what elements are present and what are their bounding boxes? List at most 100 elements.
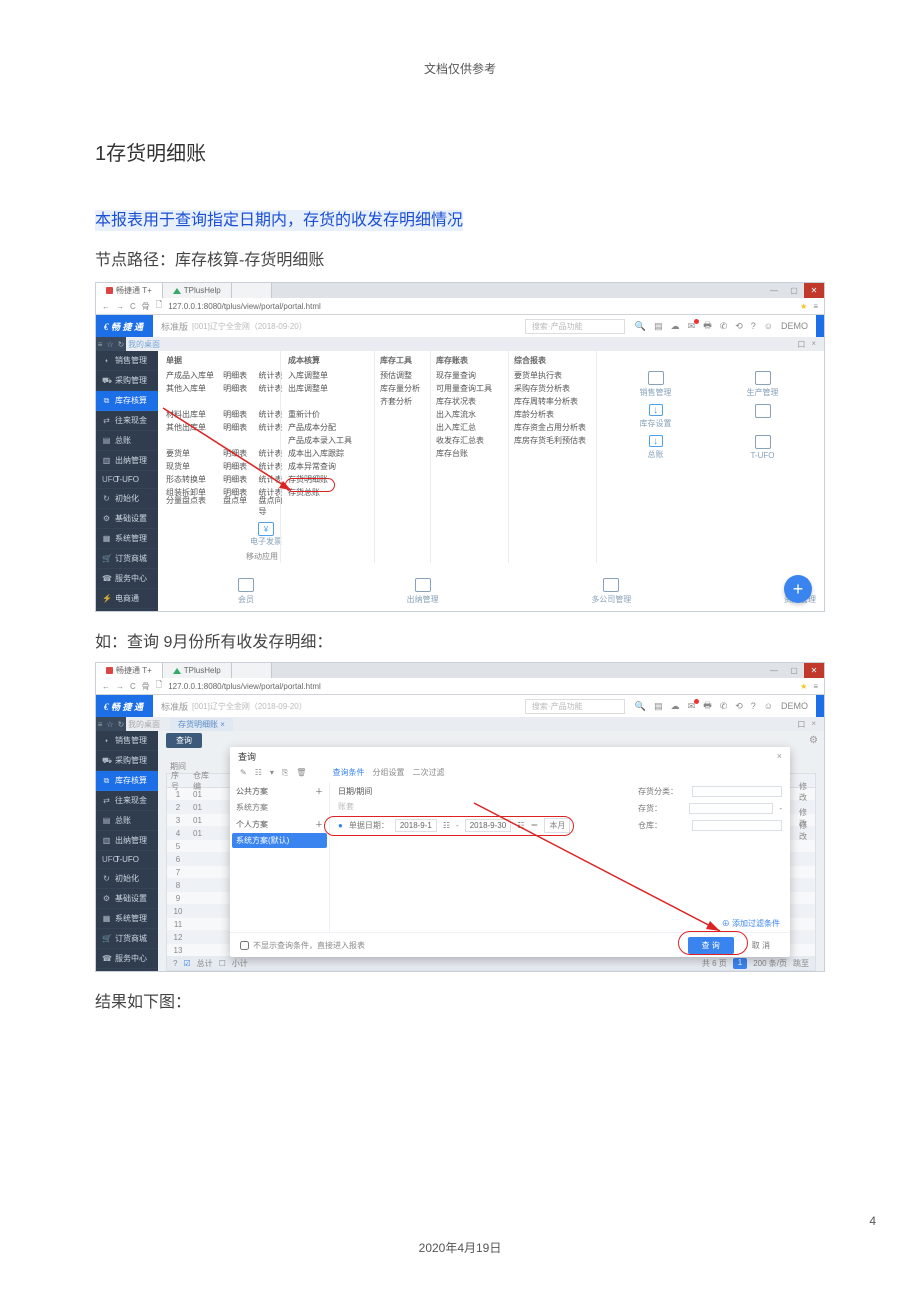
sidenav-item-9[interactable]: ▦系统管理 [96,529,158,549]
cell[interactable]: 库房存货毛利预估表 [514,435,602,446]
browser-menu-icon[interactable]: ≡ [813,302,818,311]
cell[interactable]: 统计表 [259,370,288,381]
note-icon[interactable]: ▤ [654,321,663,332]
sidenav-item-6[interactable]: UFOT-UFO [96,851,158,869]
subtab-min-icon-2[interactable]: 口 [797,719,805,730]
global-search-input[interactable]: 搜索·产品功能 [525,319,625,334]
table-row[interactable]: 15 [167,970,815,972]
sidenav-item-2[interactable]: ⧉库存核算 [96,771,158,791]
cell[interactable]: 库存量分析 [380,383,436,394]
left-plan-item[interactable]: 系统方案(默认) [232,833,327,848]
cell[interactable]: 要货单 [166,448,217,459]
cell[interactable]: 明细表 [223,370,252,381]
cat-input[interactable] [692,786,782,797]
modal-close-icon[interactable]: × [777,751,782,761]
date-to-input[interactable]: 2018-9-30 [465,819,511,832]
wh-input[interactable] [692,820,782,831]
cell[interactable]: 成本出入库跟踪 [288,448,380,459]
win-min-icon-2[interactable]: — [764,663,784,678]
cloud-icon-2[interactable]: ☁ [671,701,680,712]
cell[interactable]: 分量盘点表 [166,495,217,517]
win-close-icon-2[interactable]: ✕ [804,663,824,678]
browser-menu-icon-2[interactable]: ≡ [813,682,818,691]
cell[interactable]: 存货总账 [288,487,380,498]
subtab-detail[interactable]: 存货明细账 × [170,718,233,731]
cell[interactable]: 统计表 [259,383,288,394]
modal-tab-cond[interactable]: 查询条件 [332,767,364,778]
sidenav-item-4[interactable]: ▤总账 [96,811,158,831]
cell[interactable]: 统计表 [259,448,288,459]
cell[interactable]: 明细表 [223,409,252,420]
sidenav-item-4[interactable]: ▤总账 [96,431,158,451]
cell[interactable]: 统计表 [259,461,288,472]
sidenav-item-13[interactable]: ✪协同办公 [96,609,158,612]
date-from-input[interactable]: 2018-9-1 [395,819,437,832]
cell[interactable]: 形态转换单 [166,474,217,485]
modal-icon-save[interactable]: ☷ [255,768,262,777]
add-filter-link[interactable]: ⊕ 添加过滤条件 [722,918,780,929]
cell[interactable]: 库存状况表 [436,396,514,407]
skip-dialog-checkbox[interactable]: 不显示查询条件，直接进入报表 [240,940,365,951]
iconcard-2[interactable]: 库存设置 [602,404,709,429]
cell[interactable]: 库存周转率分析表 [514,396,602,407]
sidenav-item-7[interactable]: ↻初始化 [96,869,158,889]
page-jump[interactable]: 跳至 [793,958,809,969]
cell[interactable]: 存货明细账 [288,474,380,485]
bottom-icon-2[interactable]: 多公司管理 [591,578,631,605]
forward-icon-2[interactable]: → [116,682,124,691]
url-text[interactable]: 127.0.0.1:8080/tplus/view/portal/portal.… [168,302,794,311]
back-icon[interactable]: ← [102,302,110,311]
subtab-close-x[interactable]: × [220,720,225,729]
forward-icon[interactable]: → [116,302,124,311]
print-icon-2[interactable]: 🖶 [703,698,712,714]
sub-check-label[interactable]: 小计 [232,958,248,969]
modal-icon-del[interactable]: 🗑 [296,768,306,777]
subtab-min-icon[interactable]: 口 [797,339,805,350]
cell[interactable]: 出入库流水 [436,409,514,420]
subtab-close-icon-2[interactable]: × [811,719,816,730]
sidenav-item-1[interactable]: ⛟采购管理 [96,751,158,771]
cell[interactable]: 产成品入库单 [166,370,217,381]
sidenav-item-12[interactable]: ⚡电商通 [96,589,158,609]
sidenav-item-5[interactable]: ▥出纳管理 [96,451,158,471]
msg-icon-2[interactable]: ✉ [688,701,696,712]
cell[interactable]: 明细表 [223,448,252,459]
cell[interactable]: 要货单执行表 [514,370,602,381]
page-size[interactable]: 200 条/页 [753,958,787,969]
browser-tab-1b[interactable]: 畅捷通 T+ [96,663,163,678]
search-icon[interactable]: 🔍 [635,321,646,332]
subtab-desktop-2[interactable]: 我的桌面 [128,719,160,730]
url-text-2[interactable]: 127.0.0.1:8080/tplus/view/portal/portal.… [168,682,794,691]
cell[interactable]: 盘点单 [223,495,252,517]
page-current[interactable]: 1 [733,958,747,969]
cell[interactable]: 其他出库单 [166,422,217,433]
win-min-icon[interactable]: — [764,283,784,298]
query-button[interactable]: 查询 [166,733,202,748]
win-max-icon-2[interactable]: ▢ [784,663,804,678]
refresh-icon-2[interactable]: ⟲ [735,701,743,712]
win-max-icon[interactable]: ▢ [784,283,804,298]
cell[interactable]: 库存资金占用分析表 [514,422,602,433]
modal-icon-copy[interactable]: ⎘ [282,768,288,778]
iconcard-5[interactable]: T-UFO [709,435,816,460]
modal-tab-group[interactable]: 分组设置 [372,767,404,778]
total-check-label[interactable]: 总计 [197,958,213,969]
cal-icon-1[interactable]: ☷ [443,821,450,830]
sidenav-item-10[interactable]: 🛒订货商城 [96,549,158,569]
sidenav-item-10[interactable]: 🛒订货商城 [96,929,158,949]
cell[interactable]: 现货单 [166,461,217,472]
cell[interactable]: 产品成本录入工具 [288,435,380,446]
user-icon-2[interactable]: ☺ [764,701,773,711]
iconcard-1[interactable]: 生产管理 [709,371,816,398]
note-icon-2[interactable]: ▤ [654,701,663,712]
iconcard-4[interactable]: 总账 [602,435,709,460]
user-icon[interactable]: ☺ [764,321,773,331]
browser-tab-blank-b[interactable] [232,663,272,678]
sidenav-item-7[interactable]: ↻初始化 [96,489,158,509]
cell[interactable]: 明细表 [223,383,252,394]
cell[interactable]: 明细表 [223,422,252,433]
sidenav-item-11[interactable]: ☎服务中心 [96,569,158,589]
sidenav-item-1[interactable]: ⛟采购管理 [96,371,158,391]
cell[interactable]: 明细表 [223,461,252,472]
bottom-icon-0[interactable]: 会员 [238,578,254,605]
